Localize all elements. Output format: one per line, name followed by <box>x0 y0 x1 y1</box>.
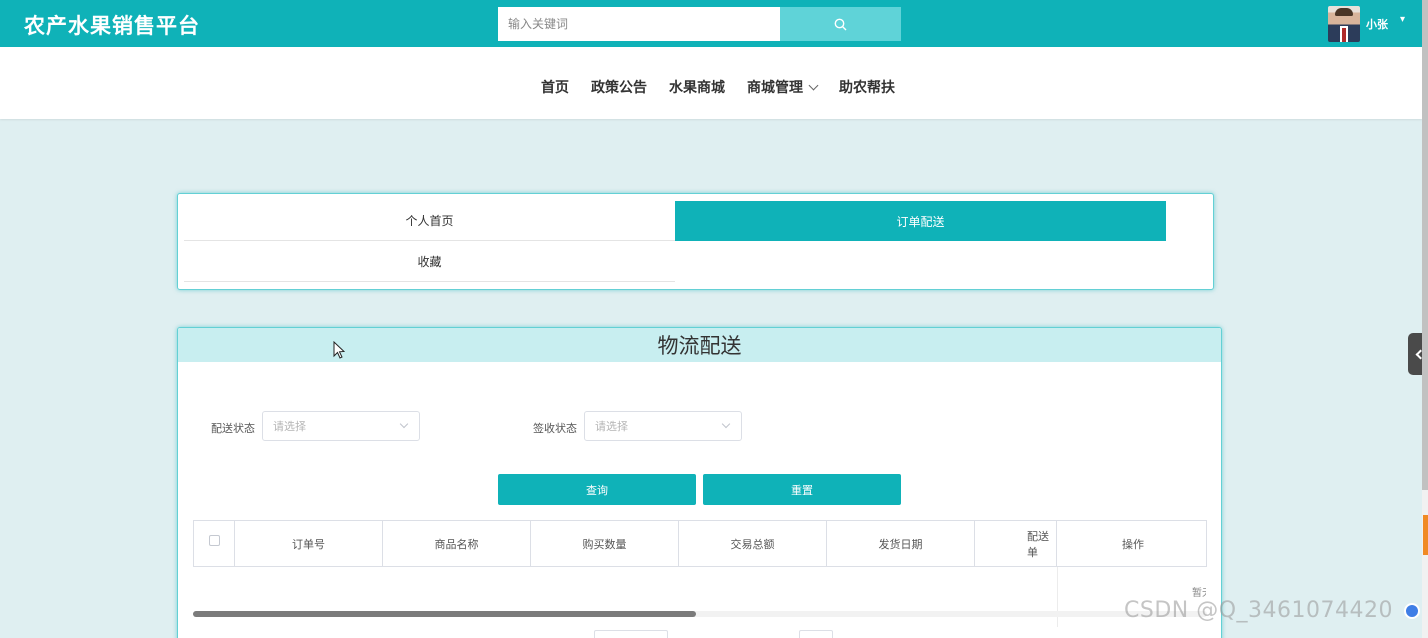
column-header-delivery-note[interactable]: 配送单 <box>975 521 1057 566</box>
chevron-down-icon <box>808 80 819 90</box>
pagination-size-select[interactable] <box>594 630 668 638</box>
chevron-down-icon <box>721 419 731 429</box>
column-header-actions[interactable]: 操作 <box>1057 521 1206 566</box>
search-input[interactable] <box>498 7 780 41</box>
receipt-status-select[interactable]: 请选择 <box>584 411 742 441</box>
side-floating-tab[interactable] <box>1423 515 1428 555</box>
column-header-product-name[interactable]: 商品名称 <box>383 521 531 566</box>
delivery-status-label: 配送状态 <box>211 422 255 435</box>
site-brand[interactable]: 农产水果销售平台 <box>24 10 200 40</box>
table-header: 订单号 商品名称 购买数量 交易总额 发货日期 配送单 操作 <box>193 520 1207 567</box>
search-icon <box>834 18 847 30</box>
column-header-total-amount[interactable]: 交易总额 <box>679 521 827 566</box>
user-menu-caret-icon[interactable]: ▾ <box>1400 14 1405 25</box>
nav-item-mall-management-label: 商城管理 <box>747 80 803 96</box>
receipt-status-label: 签收状态 <box>533 422 577 435</box>
select-all-cell <box>194 521 235 566</box>
column-header-order-no[interactable]: 订单号 <box>235 521 383 566</box>
delivery-status-placeholder: 请选择 <box>273 420 306 433</box>
search-button[interactable] <box>780 7 901 41</box>
mouse-cursor-icon <box>333 341 345 359</box>
nav-item-mall-management[interactable]: 商城管理 <box>747 77 819 97</box>
logistics-card: 物流配送 配送状态 请选择 签收状态 请选择 查询 重置 订单号 商品名称 购买… <box>177 327 1222 638</box>
page-scrollbar-thumb[interactable] <box>1422 0 1428 490</box>
scrollbar-thumb[interactable] <box>193 611 696 617</box>
receipt-status-placeholder: 请选择 <box>595 420 628 433</box>
nav-item-farm-support[interactable]: 助农帮扶 <box>839 77 895 97</box>
delivery-status-select[interactable]: 请选择 <box>262 411 420 441</box>
empty-table-text: 暂无数据 <box>1192 588 1206 599</box>
query-button[interactable]: 查询 <box>498 474 696 505</box>
csdn-watermark: CSDN @Q_3461074420 <box>1124 598 1394 623</box>
table-horizontal-scrollbar[interactable] <box>193 611 1207 617</box>
tab-order-delivery[interactable]: 订单配送 <box>675 201 1166 241</box>
top-bar: 农产水果销售平台 小张 ▾ <box>0 0 1422 47</box>
column-header-ship-date[interactable]: 发货日期 <box>827 521 975 566</box>
watermark-badge-icon <box>1404 603 1420 619</box>
fixed-column-divider <box>1057 567 1058 627</box>
tab-personal-home[interactable]: 个人首页 <box>184 201 675 241</box>
nav-item-home[interactable]: 首页 <box>541 77 569 97</box>
username[interactable]: 小张 <box>1366 16 1388 32</box>
nav-item-policy[interactable]: 政策公告 <box>591 77 647 97</box>
pagination-jump-input[interactable] <box>799 630 833 638</box>
profile-tabs-card: 个人首页 订单配送 收藏 <box>177 193 1214 290</box>
user-avatar[interactable] <box>1328 6 1360 42</box>
reset-button[interactable]: 重置 <box>703 474 901 505</box>
page-title: 物流配送 <box>657 334 742 358</box>
column-header-quantity[interactable]: 购买数量 <box>531 521 679 566</box>
nav-item-fruit-mall[interactable]: 水果商城 <box>669 77 725 97</box>
select-all-checkbox[interactable] <box>208 535 220 546</box>
tab-favorites[interactable]: 收藏 <box>184 242 675 282</box>
chevron-down-icon <box>399 419 409 429</box>
main-navigation: 首页 政策公告 水果商城 商城管理 助农帮扶 <box>0 47 1422 119</box>
